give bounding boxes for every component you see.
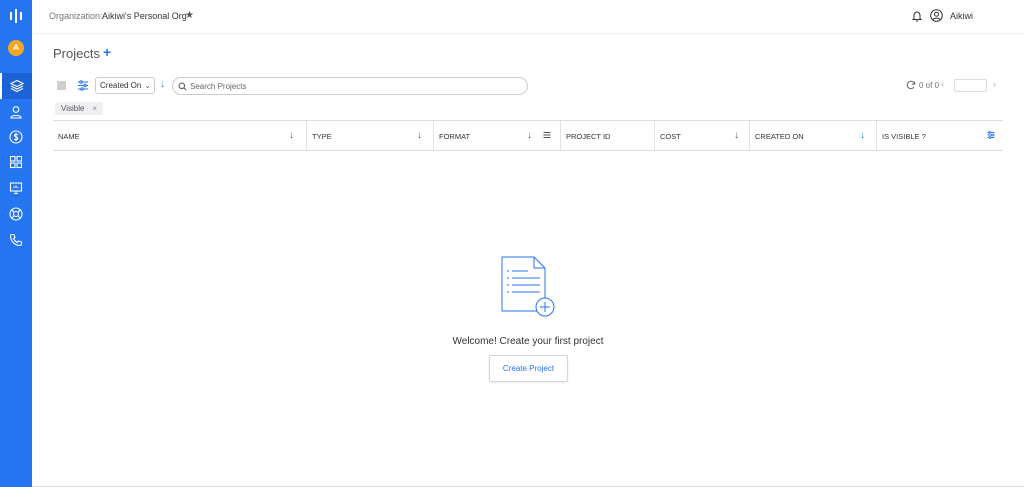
empty-document-icon [501,256,555,317]
sort-arrow-icon[interactable]: ↓ [527,130,532,141]
bell-icon[interactable] [911,10,923,22]
user-icon [10,106,22,119]
user-name[interactable]: Aikiwi [950,11,973,21]
column-label: TYPE [312,132,332,141]
grid-icon [9,155,23,169]
star-icon[interactable]: ★ [185,10,194,21]
sidebar-item-users[interactable] [0,99,32,125]
sidebar-item-contact[interactable] [0,227,32,253]
column-header-is-visible[interactable]: IS VISIBLE ? [877,121,1003,150]
search-input[interactable] [188,79,522,94]
sidebar-item-projects[interactable] [0,73,32,99]
sort-arrow-icon[interactable]: ↓ [289,130,294,141]
search-box[interactable] [172,77,528,95]
org-name[interactable]: Aikiwi's Personal Org [102,11,187,21]
column-header-format[interactable]: FORMAT ↓ [434,121,561,150]
select-all-checkbox[interactable] [57,81,66,90]
account-icon[interactable] [930,9,943,22]
sort-direction-icon[interactable]: ↓ [160,79,165,90]
page-title: Projects [53,46,100,61]
column-header-type[interactable]: TYPE ↓ [307,121,434,150]
column-settings-icon[interactable] [987,131,995,139]
refresh-icon[interactable] [906,80,916,90]
column-filter-icon[interactable] [543,131,551,139]
dollar-icon [9,130,23,144]
phone-icon [9,233,23,247]
sidebar-item-reports[interactable] [0,175,32,201]
topbar: Organization: Aikiwi's Personal Org ★ Ai… [32,0,1024,34]
empty-state-message: Welcome! Create your first project [452,336,604,347]
sort-by-value: Created On [100,81,142,90]
layers-icon [10,79,24,93]
column-label: NAME [58,132,80,141]
sidebar: A [0,0,32,487]
column-label: COST [660,132,681,141]
close-icon[interactable]: × [92,104,97,113]
presentation-icon [9,182,23,195]
app-logo-icon[interactable] [7,7,25,25]
column-header-cost[interactable]: COST ↓ [655,121,750,150]
sort-arrow-icon[interactable]: ↓ [734,130,739,141]
column-label: IS VISIBLE ? [882,132,926,141]
chevron-right-icon[interactable]: › [993,79,996,89]
sort-arrow-icon[interactable]: ↓ [417,130,422,141]
create-project-button[interactable]: Create Project [489,355,568,382]
pager-count: 0 of 0 [919,81,940,90]
sidebar-item-billing[interactable] [0,124,32,150]
sidebar-item-support[interactable] [0,201,32,227]
filter-chip-label: Visible [61,104,85,113]
filter-chip-visible[interactable]: Visible × [55,102,104,115]
chevron-down-icon: ⌄ [144,81,151,90]
sort-arrow-icon[interactable]: ↓ [860,130,865,141]
lifebuoy-icon [9,207,23,221]
org-label: Organization: [49,11,103,21]
column-label: PROJECT ID [566,132,611,141]
search-icon [178,82,187,91]
filter-settings-icon[interactable] [77,80,89,91]
column-label: CREATED ON [755,132,804,141]
add-project-button[interactable]: + [103,44,111,60]
sort-by-select[interactable]: Created On ⌄ [95,77,155,94]
sidebar-item-dashboard[interactable] [0,149,32,175]
page-size-box[interactable] [954,79,987,92]
column-header-name[interactable]: NAME ↓ [53,121,307,150]
column-header-created-on[interactable]: CREATED ON ↓ [750,121,877,150]
column-header-project-id[interactable]: PROJECT ID [561,121,655,150]
chevron-left-icon[interactable]: ‹ [941,79,944,89]
table-header: NAME ↓ TYPE ↓ FORMAT ↓ PROJECT ID COST ↓… [53,120,1003,151]
column-label: FORMAT [439,132,471,141]
org-avatar[interactable]: A [8,40,24,56]
